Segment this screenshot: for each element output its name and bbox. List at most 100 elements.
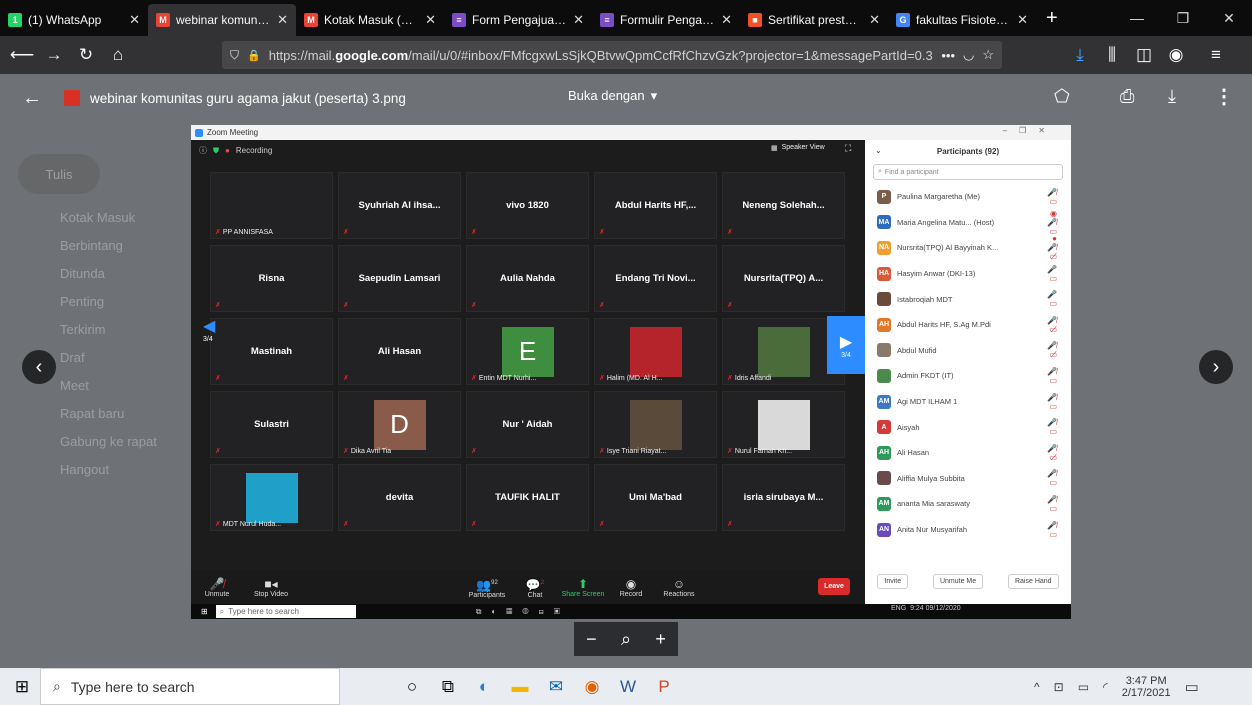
participant-row[interactable]: Aliffia Mulya Subbita 🎤̸ ▭	[865, 466, 1071, 492]
taskbar-search-box[interactable]: ⌕ Type here to search	[40, 668, 340, 705]
edge-app[interactable]: ◐	[466, 668, 502, 705]
close-tab-icon[interactable]: ✕	[721, 12, 732, 28]
more-options-icon[interactable]: ⋮	[1214, 84, 1234, 109]
battery-icon[interactable]: ▭	[1078, 680, 1089, 694]
word-app[interactable]: W	[610, 668, 646, 705]
reload-button[interactable]: ↻	[70, 40, 102, 70]
next-image-button[interactable]: ›	[1199, 350, 1233, 384]
video-tile[interactable]: ✗ Isye Triani Riayat...	[594, 391, 717, 458]
notifications-icon[interactable]: ▭	[1185, 678, 1199, 696]
participant-row[interactable]: AH Ali Hasan 🎤̸ ▭̸	[865, 440, 1071, 466]
pocket-icon[interactable]: ◡	[963, 47, 974, 63]
close-tab-icon[interactable]: ✕	[573, 12, 584, 28]
record-button[interactable]: ◉ Record	[607, 577, 655, 598]
fullscreen-icon[interactable]: ⛶	[845, 143, 851, 154]
forward-button[interactable]: →	[38, 40, 70, 70]
video-tile[interactable]: E ✗ Entin MDT Nurhi...	[466, 318, 589, 385]
participant-row[interactable]: AM Agi MDT ILHAM 1 🎤̸ ▭	[865, 389, 1071, 415]
meet-now-icon[interactable]: ⊡	[1054, 680, 1064, 694]
video-tile[interactable]: Saepudin Lamsari ✗	[338, 245, 461, 312]
close-tab-icon[interactable]: ✕	[869, 12, 880, 28]
video-tile[interactable]: Nursrita(TPQ) A... ✗	[722, 245, 845, 312]
page-actions-button[interactable]: •••	[941, 48, 955, 63]
print-icon[interactable]: ⎙	[1120, 86, 1134, 107]
bookmark-star-icon[interactable]: ☆	[982, 47, 994, 63]
close-tab-icon[interactable]: ✕	[425, 12, 436, 28]
file-explorer-app[interactable]: ▬	[502, 668, 538, 705]
video-tile[interactable]: devita ✗	[338, 464, 461, 531]
previous-page-button[interactable]: ◀ 3/4	[203, 316, 217, 362]
maximize-window-button[interactable]: ❐	[1160, 0, 1206, 36]
download-icon[interactable]: ⤓	[1168, 86, 1176, 107]
back-button[interactable]: ⟵	[6, 40, 38, 70]
close-window-button[interactable]: ✕	[1206, 0, 1252, 36]
browser-tab[interactable]: Gfakultas Fisioterapi ✕	[888, 4, 1036, 36]
participant-row[interactable]: Abdul Mufid 🎤̸ ▭̸	[865, 338, 1071, 364]
browser-tab[interactable]: ■ Sertifikat prestasi ka ✕	[740, 4, 888, 36]
zoom-in-button[interactable]: +	[655, 629, 666, 650]
close-tab-icon[interactable]: ✕	[1017, 12, 1028, 28]
video-tile[interactable]: vivo 1820 ✗	[466, 172, 589, 239]
participant-row[interactable]: MA Maria Angelina Matu... (Host) ◉ 🎤̸ ▭	[865, 209, 1071, 236]
participant-row[interactable]: AM ananta Mia saraswaty 🎤̸ ▭	[865, 491, 1071, 517]
participant-row[interactable]: NA Nursrita(TPQ) Al Bayyinah K... ● 🎤̸ ▭̸	[865, 234, 1071, 261]
video-tile[interactable]: ✗ Nurul Farhah Kh...	[722, 391, 845, 458]
video-tile[interactable]: Neneng Solehah... ✗	[722, 172, 845, 239]
reactions-button[interactable]: ☺ Reactions	[655, 577, 703, 598]
video-tile[interactable]: ✗ MDT Nurul Huda...	[210, 464, 333, 531]
video-tile[interactable]: TAUFIK HALIT ✗	[466, 464, 589, 531]
wifi-icon[interactable]: ◜	[1103, 680, 1108, 694]
video-tile[interactable]: Abdul Harits HF,... ✗	[594, 172, 717, 239]
zoom-out-button[interactable]: −	[586, 629, 597, 650]
video-tile[interactable]: Aulia Nahda ✗	[466, 245, 589, 312]
windows-start-button[interactable]: ⊞	[4, 668, 40, 705]
library-button[interactable]: ⫼	[1096, 40, 1128, 70]
url-bar[interactable]: ⛉ 🔒 https://mail.google.com/mail/u/0/#in…	[222, 41, 1002, 69]
browser-tab[interactable]: 1 (1) WhatsApp ✕	[0, 4, 148, 36]
participants-button[interactable]: 👥92 Participants	[463, 576, 511, 599]
close-tab-icon[interactable]: ✕	[277, 12, 288, 28]
video-tile[interactable]: Syuhriah Al ihsa... ✗	[338, 172, 461, 239]
home-button[interactable]: ⌂	[102, 40, 134, 70]
powerpoint-app[interactable]: P	[646, 668, 682, 705]
video-tile[interactable]: Sulastri ✗	[210, 391, 333, 458]
browser-tab[interactable]: ≡ Formulir Pengajuan ✕	[592, 4, 740, 36]
next-page-button[interactable]: ▶ 3/4	[827, 316, 865, 374]
participant-row[interactable]: AH Abdul Harits HF, S.Ag M.Pdi 🎤̸ ▭̸	[865, 312, 1071, 338]
collapse-icon[interactable]: ⌄	[875, 146, 882, 155]
invite-button[interactable]: Invite	[877, 574, 909, 589]
task-view-button[interactable]: ⧉	[430, 668, 466, 705]
browser-tab[interactable]: ≡ Form Pengajuan BK ✕	[444, 4, 592, 36]
new-tab-button[interactable]: +	[1036, 7, 1068, 30]
participant-search-input[interactable]: ⌕ Find a participant	[873, 164, 1063, 180]
add-to-drive-icon[interactable]: ⬠	[1054, 86, 1070, 107]
back-arrow-icon[interactable]: ←	[22, 87, 42, 110]
browser-tab[interactable]: Mwebinar komunitas ✕	[148, 4, 296, 36]
menu-button[interactable]: ≡	[1200, 40, 1232, 70]
speaker-view-button[interactable]: ▦ Speaker View	[771, 144, 825, 152]
video-tile[interactable]: Nur ' Aidah ✗	[466, 391, 589, 458]
browser-tab[interactable]: M Kotak Masuk (2.188 ✕	[296, 4, 444, 36]
minimize-window-button[interactable]: —	[1114, 0, 1160, 36]
participant-row[interactable]: Istabroqiah MDT 🎤 ▭	[865, 286, 1071, 312]
share-screen-button[interactable]: ⬆ Share Screen	[559, 577, 607, 598]
video-tile[interactable]: Umi Ma'bad ✗	[594, 464, 717, 531]
video-tile[interactable]: Risna ✗	[210, 245, 333, 312]
unmute-me-button[interactable]: Unmute Me	[932, 574, 984, 589]
previous-image-button[interactable]: ‹	[22, 350, 56, 384]
open-with-button[interactable]: Buka dengan ▾	[568, 88, 657, 104]
cortana-button[interactable]: ○	[394, 668, 430, 705]
raise-hand-button[interactable]: Raise Hand	[1007, 574, 1059, 589]
account-button[interactable]: ◉	[1160, 40, 1192, 70]
video-tile[interactable]: D ✗ Dika Avril Tia	[338, 391, 461, 458]
chat-button[interactable]: 💬2 Chat	[511, 576, 559, 599]
sidebar-button[interactable]: ◫	[1128, 40, 1160, 70]
downloads-button[interactable]: ⤓	[1064, 40, 1096, 70]
participant-row[interactable]: AN Anita Nur Musyarifah 🎤̸ ▭	[865, 517, 1071, 543]
close-tab-icon[interactable]: ✕	[129, 12, 140, 28]
participant-row[interactable]: HA Hasyim Anwar (DKI-13) 🎤 ▭	[865, 261, 1071, 287]
video-tile[interactable]: Ali Hasan ✗	[338, 318, 461, 385]
video-tile[interactable]: Endang Tri Novi... ✗	[594, 245, 717, 312]
video-tile[interactable]: ✗ PP ANNISFASA	[210, 172, 333, 239]
chevron-up-icon[interactable]: ^	[1034, 680, 1040, 694]
